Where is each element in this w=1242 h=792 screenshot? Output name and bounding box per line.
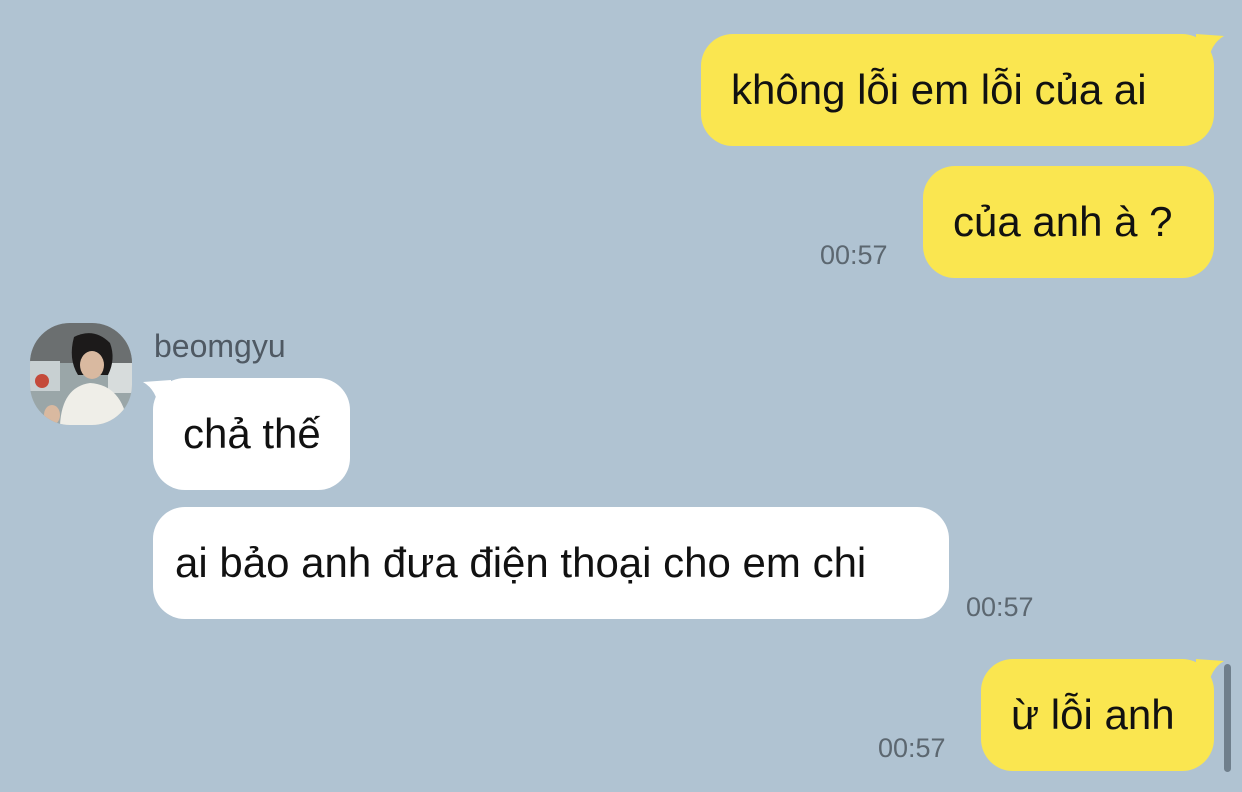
outgoing-message-bubble[interactable]: của anh à ?: [923, 166, 1214, 278]
outgoing-message-bubble[interactable]: không lỗi em lỗi của ai: [701, 34, 1214, 146]
chat-view[interactable]: không lỗi em lỗi của ai của anh à ? 00:5…: [0, 0, 1242, 792]
message-timestamp: 00:57: [878, 733, 946, 763]
message-text: ừ lỗi anh: [1011, 691, 1175, 738]
incoming-message-bubble[interactable]: ai bảo anh đưa điện thoại cho em chi: [153, 507, 949, 619]
sender-name: beomgyu: [154, 328, 286, 364]
message-text: ai bảo anh đưa điện thoại cho em chi: [175, 539, 867, 586]
message-text: không lỗi em lỗi của ai: [731, 66, 1147, 113]
message-timestamp: 00:57: [820, 240, 888, 270]
scrollbar[interactable]: [1224, 664, 1231, 772]
message-timestamp: 00:57: [966, 592, 1034, 622]
incoming-message-bubble[interactable]: chả thế: [153, 378, 350, 490]
message-text: của anh à ?: [953, 198, 1173, 245]
avatar-photo-icon: [30, 323, 132, 425]
bubble-tail-icon: [1196, 34, 1224, 64]
outgoing-message-bubble[interactable]: ừ lỗi anh: [981, 659, 1214, 771]
bubble-tail-icon: [1196, 659, 1224, 689]
contact-avatar[interactable]: [30, 323, 132, 425]
message-text: chả thế: [183, 410, 321, 457]
